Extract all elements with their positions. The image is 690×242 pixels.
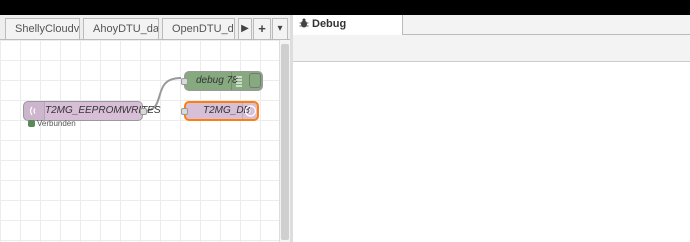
add-flow-button[interactable]: + (253, 18, 271, 39)
list-icon (231, 72, 245, 90)
status-connected-dot (28, 120, 35, 127)
workspace-tab-ahoydtu[interactable]: AhoyDTU_data2loc (83, 18, 159, 39)
debug-toggle-button[interactable] (249, 73, 261, 88)
sidebar-tab-bar: Debug (293, 15, 690, 35)
scroll-tabs-right-button[interactable]: ▶ (238, 18, 252, 39)
radio-waves-icon (29, 106, 36, 116)
node-icon-area (242, 103, 257, 119)
flow-canvas[interactable]: T2MG_EEPROMWRITES Verbunden debug 78 T2M… (0, 40, 279, 242)
top-header-bar (0, 0, 690, 15)
mqtt-in-status-text: Verbunden (37, 119, 76, 128)
bug-icon (299, 18, 309, 28)
workspace-tab-shellycloud[interactable]: ShellyCloudviaAPI_ (5, 18, 80, 39)
node-icon-area (24, 102, 45, 120)
debug-toolbar (293, 35, 690, 62)
canvas-vertical-scrollbar[interactable] (279, 40, 290, 242)
triangle-right-icon: ▶ (241, 23, 249, 34)
workspace-tab-opendtu[interactable]: OpenDTU_data2loc (162, 18, 235, 39)
flow-list-button[interactable]: ▾ (272, 18, 288, 39)
scrollbar-thumb[interactable] (281, 44, 289, 240)
input-port[interactable] (181, 108, 188, 115)
output-port[interactable] (140, 108, 147, 115)
radio-waves-icon (244, 105, 257, 117)
workspace-tab-bar: ShellyCloudviaAPI_ AhoyDTU_data2loc Open… (0, 15, 290, 40)
mqtt-in-node[interactable]: T2MG_EEPROMWRITES (23, 101, 161, 121)
caret-down-icon: ▾ (277, 23, 283, 34)
sidebar-tab-label: Debug (312, 18, 347, 30)
mqtt-out-node[interactable]: T2MG_DB (181, 101, 259, 121)
sidebar-tab-debug[interactable]: Debug (293, 15, 403, 35)
input-port[interactable] (181, 78, 188, 85)
debug-message-area (293, 62, 690, 242)
plus-icon: + (258, 21, 266, 36)
